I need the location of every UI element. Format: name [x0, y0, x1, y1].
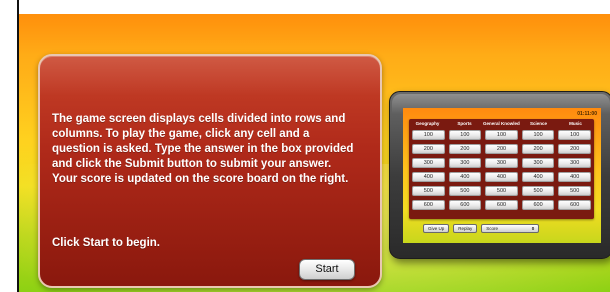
game-preview-tablet: 01:11:00 Geography Sports General Knowle…: [389, 91, 610, 259]
question-cell[interactable]: 500: [485, 186, 518, 196]
start-keyword: Start: [82, 237, 109, 249]
replay-button[interactable]: Replay: [453, 224, 478, 233]
grid-row: 500 500 500 500 500: [412, 186, 591, 196]
preview-version: 01:11:00: [577, 111, 597, 117]
preview-game-board: Geography Sports General Knowledge Scien…: [409, 119, 594, 219]
grid-row: 300 300 300 300 300: [412, 158, 591, 168]
start-button[interactable]: Start: [299, 259, 355, 280]
question-cell[interactable]: 200: [412, 144, 445, 154]
click-suffix: to begin.: [108, 237, 160, 249]
question-cell[interactable]: 400: [448, 172, 482, 182]
question-cell[interactable]: 500: [412, 186, 445, 196]
grid-row: 200 200 200 200 200: [412, 144, 591, 154]
question-cell[interactable]: 400: [521, 172, 555, 182]
question-cell[interactable]: 300: [448, 158, 482, 168]
question-cell[interactable]: 500: [558, 186, 591, 196]
preview-screen: 01:11:00 Geography Sports General Knowle…: [403, 108, 601, 243]
category-label: Science: [529, 121, 547, 126]
question-grid: 100 100 100 100 100 200 200 200 200 200: [412, 130, 591, 214]
question-cell[interactable]: 100: [448, 130, 482, 140]
click-prefix: Click: [52, 237, 83, 249]
question-cell[interactable]: 100: [412, 130, 445, 140]
category-label: Music: [569, 121, 582, 126]
score-value: 0: [531, 226, 535, 231]
click-start-text: Click Start to begin.: [52, 237, 160, 249]
grid-row: 600 600 600 600 600: [412, 200, 591, 210]
question-cell[interactable]: 100: [558, 130, 591, 140]
question-cell[interactable]: 500: [448, 186, 482, 196]
question-cell[interactable]: 300: [485, 158, 518, 168]
question-cell[interactable]: 400: [558, 172, 591, 182]
category-label: General Knowledge: [483, 121, 520, 126]
category-header: Geography Sports General Knowledge Scien…: [409, 120, 594, 128]
question-cell[interactable]: 200: [521, 144, 555, 154]
question-cell[interactable]: 300: [412, 158, 445, 168]
score-board: Score 0: [481, 224, 540, 233]
instructions-part-3: on the right.: [278, 173, 349, 185]
question-cell[interactable]: 400: [412, 172, 445, 182]
game-stage: The game screen displays cells divided i…: [19, 14, 610, 292]
question-cell[interactable]: 100: [485, 130, 518, 140]
category-label: Geography: [415, 121, 440, 126]
top-strip: [19, 0, 610, 14]
question-cell[interactable]: 500: [521, 186, 555, 196]
instructions-panel: The game screen displays cells divided i…: [38, 54, 382, 288]
question-cell[interactable]: 600: [448, 200, 482, 210]
category-label: Sports: [457, 121, 472, 126]
score-board-keyword: score board: [212, 173, 279, 185]
question-cell[interactable]: 400: [485, 172, 518, 182]
question-cell[interactable]: 300: [558, 158, 591, 168]
give-up-button[interactable]: Give Up: [423, 224, 450, 233]
grid-row: 400 400 400 400 400: [412, 172, 591, 182]
question-cell[interactable]: 600: [485, 200, 518, 210]
question-cell[interactable]: 200: [558, 144, 591, 154]
question-cell[interactable]: 600: [558, 200, 591, 210]
submit-keyword: Submit: [124, 158, 164, 170]
question-cell[interactable]: 600: [521, 200, 555, 210]
instructions-text: The game screen displays cells divided i…: [52, 112, 357, 187]
question-cell[interactable]: 300: [521, 158, 555, 168]
question-cell[interactable]: 600: [412, 200, 445, 210]
preview-bottom-bar: Give Up Replay Score 0: [423, 224, 540, 234]
grid-row: 100 100 100 100 100: [412, 130, 591, 140]
score-label: Score: [486, 226, 499, 231]
question-cell[interactable]: 100: [521, 130, 555, 140]
question-cell[interactable]: 200: [485, 144, 518, 154]
question-cell[interactable]: 200: [448, 144, 482, 154]
